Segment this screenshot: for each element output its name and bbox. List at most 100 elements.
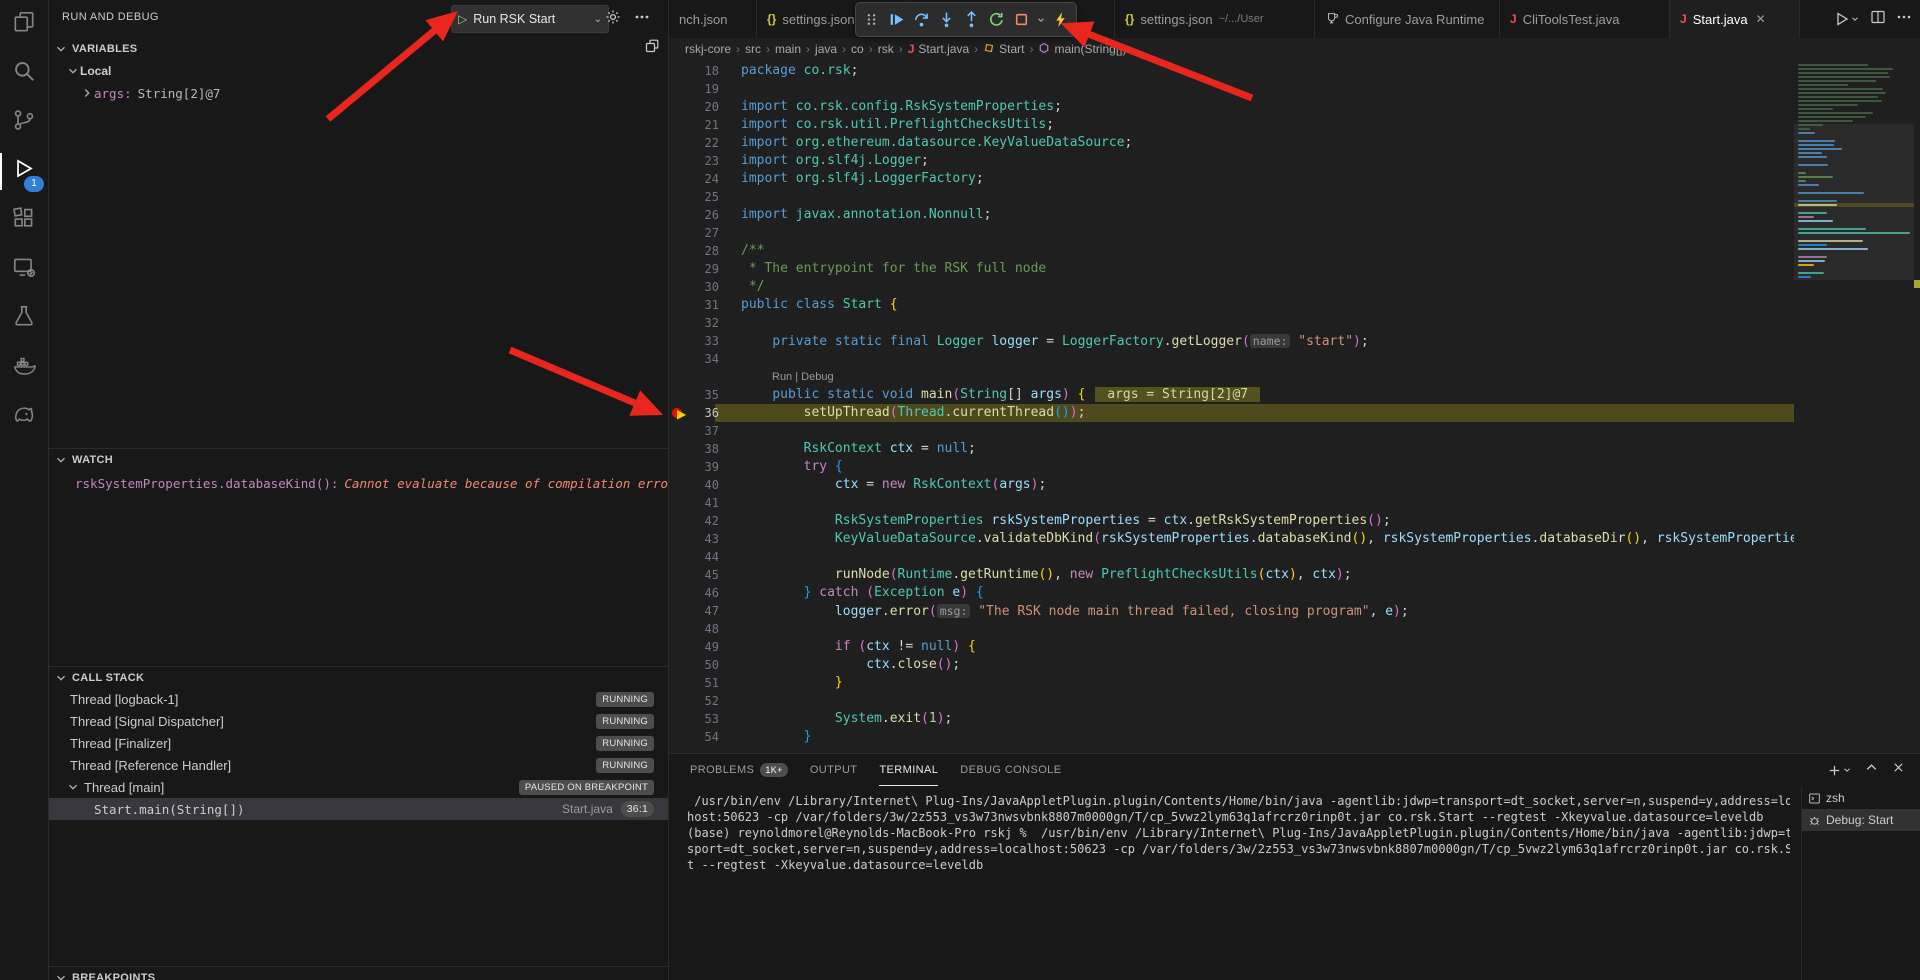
stop-button[interactable] bbox=[1010, 7, 1033, 33]
gutter-glyph-margin[interactable] bbox=[671, 314, 691, 332]
gutter-glyph-margin[interactable] bbox=[671, 224, 691, 242]
line-number[interactable]: 47 bbox=[691, 602, 719, 620]
line-number[interactable]: 50 bbox=[691, 656, 719, 674]
code-line-41[interactable]: 41 bbox=[669, 494, 1794, 512]
terminal-instance-zsh[interactable]: zsh bbox=[1802, 787, 1920, 809]
tab-clitoolstest-java[interactable]: JCliToolsTest.java bbox=[1500, 0, 1670, 38]
code-line-32[interactable]: 32 bbox=[669, 314, 1794, 332]
line-number[interactable]: 44 bbox=[691, 548, 719, 566]
more-actions-icon[interactable] bbox=[634, 9, 650, 30]
code-line-48[interactable]: 48 bbox=[669, 620, 1794, 638]
breadcrumb-item-start[interactable]: Start bbox=[983, 42, 1024, 57]
new-terminal-icon[interactable] bbox=[1827, 763, 1852, 778]
tab-settings-json[interactable]: {}settings.json~/.../User bbox=[1115, 0, 1315, 38]
close-panel-icon[interactable] bbox=[1891, 760, 1906, 780]
gutter-glyph-margin[interactable] bbox=[671, 62, 691, 80]
gutter-glyph-margin[interactable] bbox=[671, 530, 691, 548]
line-number[interactable]: 20 bbox=[691, 98, 719, 116]
launch-configuration-dropdown[interactable]: ▷ Run RSK Start ⌄ bbox=[451, 5, 609, 33]
activity-bar-item-gradle[interactable] bbox=[0, 392, 48, 441]
gutter-glyph-margin[interactable] bbox=[671, 386, 691, 404]
gutter-glyph-margin[interactable] bbox=[671, 350, 691, 368]
breadcrumb-item-java[interactable]: java bbox=[815, 42, 837, 56]
gutter-glyph-margin[interactable] bbox=[671, 134, 691, 152]
watch-section-header[interactable]: WATCH bbox=[48, 448, 668, 471]
gutter-glyph-margin[interactable] bbox=[671, 206, 691, 224]
breadcrumb-item-src[interactable]: src bbox=[745, 42, 761, 56]
more-actions-icon[interactable] bbox=[1896, 9, 1912, 30]
maximize-panel-icon[interactable] bbox=[1864, 760, 1879, 780]
code-line-45[interactable]: 45 runNode(Runtime.getRuntime(), new Pre… bbox=[669, 566, 1794, 584]
tab-nch-json[interactable]: nch.json bbox=[669, 0, 757, 38]
gutter-glyph-margin[interactable] bbox=[671, 440, 691, 458]
panel-tab-debug-console[interactable]: DEBUG CONSOLE bbox=[960, 754, 1061, 786]
code-line-52[interactable]: 52 bbox=[669, 692, 1794, 710]
line-number[interactable]: 49 bbox=[691, 638, 719, 656]
gutter-glyph-margin[interactable] bbox=[671, 602, 691, 620]
code-line-54[interactable]: 54 } bbox=[669, 728, 1794, 746]
activity-bar-item-testing[interactable] bbox=[0, 294, 48, 343]
gutter-glyph-margin[interactable] bbox=[671, 332, 691, 350]
line-number[interactable]: 37 bbox=[691, 422, 719, 440]
breadcrumb-item-rskj-core[interactable]: rskj-core bbox=[685, 42, 731, 56]
line-number[interactable]: 53 bbox=[691, 710, 719, 728]
call-stack-section-header[interactable]: CALL STACK bbox=[48, 666, 668, 689]
breadcrumb-item-start-java[interactable]: JStart.java bbox=[908, 42, 969, 56]
activity-bar-item-extensions[interactable] bbox=[0, 196, 48, 245]
line-number[interactable]: 46 bbox=[691, 584, 719, 602]
gutter-glyph-margin[interactable] bbox=[671, 476, 691, 494]
activity-bar-item-run-and-debug[interactable]: 1 bbox=[0, 147, 48, 196]
overview-ruler[interactable] bbox=[1914, 60, 1920, 753]
code-line-34[interactable]: 34 bbox=[669, 350, 1794, 368]
code-line-22[interactable]: 22import org.ethereum.datasource.KeyValu… bbox=[669, 134, 1794, 152]
step-into-button[interactable] bbox=[935, 7, 958, 33]
line-number[interactable]: 28 bbox=[691, 242, 719, 260]
minimap[interactable] bbox=[1794, 60, 1914, 753]
call-stack-thread[interactable]: Thread [logback-1]RUNNING bbox=[48, 688, 668, 710]
gutter-glyph-margin[interactable] bbox=[671, 692, 691, 710]
breadcrumb-item-rsk[interactable]: rsk bbox=[878, 42, 894, 56]
code-line-40[interactable]: 40 ctx = new RskContext(args); bbox=[669, 476, 1794, 494]
call-stack-thread[interactable]: Thread [Signal Dispatcher]RUNNING bbox=[48, 710, 668, 732]
run-debug-codelens[interactable]: Run | Debug bbox=[772, 368, 834, 386]
gutter-glyph-margin[interactable]: ▶ bbox=[671, 404, 691, 422]
line-number[interactable]: 35 bbox=[691, 386, 719, 404]
gutter-glyph-margin[interactable] bbox=[671, 458, 691, 476]
gutter-glyph-margin[interactable] bbox=[671, 80, 691, 98]
code-line-28[interactable]: 28/** bbox=[669, 242, 1794, 260]
code-line-35[interactable]: 35 public static void main(String[] args… bbox=[669, 386, 1794, 404]
variables-scope-local[interactable]: Local bbox=[48, 60, 668, 82]
line-number[interactable]: 33 bbox=[691, 332, 719, 350]
panel-tab-output[interactable]: OUTPUT bbox=[810, 754, 858, 786]
code-line-18[interactable]: 18package co.rsk; bbox=[669, 62, 1794, 80]
code-line-31[interactable]: 31public class Start { bbox=[669, 296, 1794, 314]
breadcrumb-item-main[interactable]: main bbox=[775, 42, 801, 56]
line-number[interactable]: 34 bbox=[691, 350, 719, 368]
line-number[interactable]: 38 bbox=[691, 440, 719, 458]
line-number[interactable]: 41 bbox=[691, 494, 719, 512]
call-stack-thread[interactable]: Thread [Reference Handler]RUNNING bbox=[48, 754, 668, 776]
line-number[interactable]: 30 bbox=[691, 278, 719, 296]
line-number[interactable]: 40 bbox=[691, 476, 719, 494]
breadcrumb-item-main-string-[interactable]: main(String[]) bbox=[1038, 42, 1126, 57]
code-line-21[interactable]: 21import co.rsk.util.PreflightChecksUtil… bbox=[669, 116, 1794, 134]
hot-code-replace-button[interactable] bbox=[1049, 7, 1072, 33]
line-number[interactable]: 23 bbox=[691, 152, 719, 170]
gutter-glyph-margin[interactable] bbox=[671, 98, 691, 116]
line-number[interactable]: 25 bbox=[691, 188, 719, 206]
line-number[interactable]: 19 bbox=[691, 80, 719, 98]
gutter-glyph-margin[interactable] bbox=[671, 116, 691, 134]
line-number[interactable]: 43 bbox=[691, 530, 719, 548]
gutter-glyph-margin[interactable] bbox=[671, 152, 691, 170]
code-line-33[interactable]: 33 private static final Logger logger = … bbox=[669, 332, 1794, 350]
call-stack-thread[interactable]: Thread [main]PAUSED ON BREAKPOINT bbox=[48, 776, 668, 798]
breakpoints-section-header[interactable]: BREAKPOINTS bbox=[48, 966, 668, 980]
gutter-glyph-margin[interactable] bbox=[671, 548, 691, 566]
code-editor[interactable]: 18package co.rsk;1920import co.rsk.confi… bbox=[669, 60, 1920, 753]
terminal-output[interactable]: /usr/bin/env /Library/Internet\ Plug-Ins… bbox=[687, 793, 1790, 980]
close-tab-icon[interactable]: ✕ bbox=[1756, 12, 1766, 26]
gutter-glyph-margin[interactable] bbox=[671, 260, 691, 278]
code-line-42[interactable]: 42 RskSystemProperties rskSystemProperti… bbox=[669, 512, 1794, 530]
code-line-36[interactable]: ▶36 setUpThread(Thread.currentThread()); bbox=[669, 404, 1794, 422]
line-number[interactable]: 22 bbox=[691, 134, 719, 152]
